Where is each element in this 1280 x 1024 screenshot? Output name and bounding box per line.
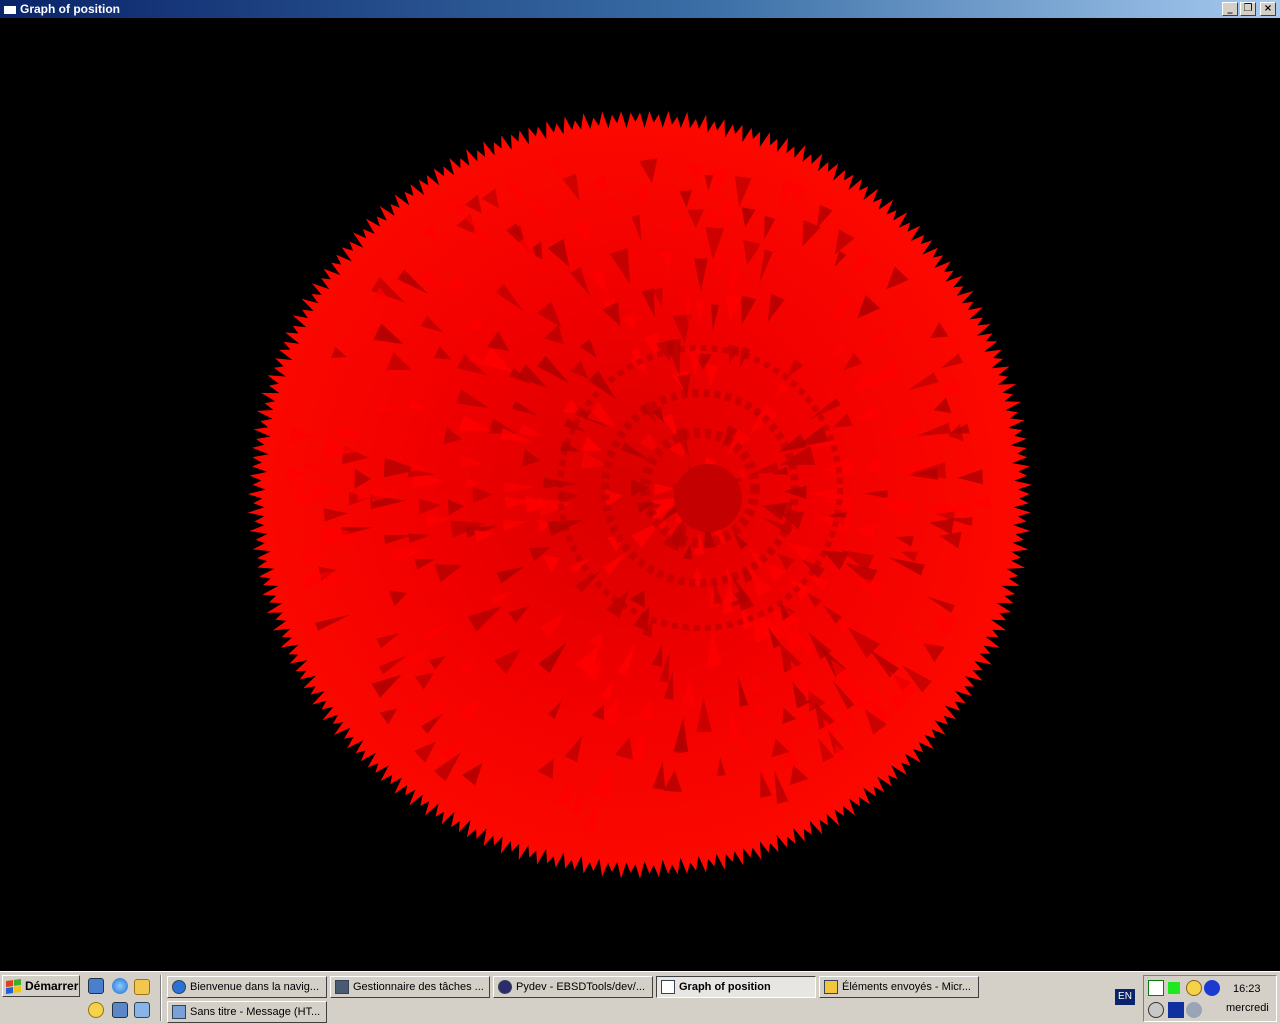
restore-button[interactable]: ❐	[1240, 2, 1256, 16]
save-icon[interactable]	[1168, 1002, 1184, 1018]
task-manager-icon	[335, 980, 349, 994]
close-button[interactable]: ×	[1260, 2, 1276, 16]
start-button[interactable]: Démarrer	[2, 975, 80, 997]
taskbar-button-label: Bienvenue dans la navig...	[190, 981, 320, 993]
spiky-sphere-render[interactable]	[0, 18, 1280, 971]
taskbar-button-label: Pydev - EBSDTools/dev/...	[516, 981, 645, 993]
window-titlebar[interactable]: Graph of position _ ❐ ×	[0, 0, 1280, 18]
taskbar-button[interactable]: Bienvenue dans la navig...	[167, 976, 327, 998]
message-icon	[172, 1005, 186, 1019]
windows-logo-icon	[6, 978, 21, 994]
taskbar: Démarrer Bienvenue dans la navig... Gesti…	[0, 971, 1280, 1024]
taskbar-button-label: Gestionnaire des tâches ...	[353, 981, 484, 993]
window-icon	[661, 980, 675, 994]
eclipse-icon	[498, 980, 512, 994]
minimize-button[interactable]: _	[1222, 2, 1238, 16]
status-green-icon[interactable]	[1168, 982, 1180, 994]
clock-time[interactable]: 16:23	[1233, 983, 1261, 995]
vnc-icon[interactable]	[1148, 980, 1164, 996]
show-desktop-icon[interactable]	[88, 978, 104, 994]
start-label: Démarrer	[25, 979, 79, 993]
3d-graph-viewport[interactable]	[0, 18, 1280, 971]
ie-icon	[172, 980, 186, 994]
taskbar-button[interactable]: Sans titre - Message (HT...	[167, 1001, 327, 1023]
taskbar-button[interactable]: Éléments envoyés - Micr...	[819, 976, 979, 998]
internet-explorer-icon[interactable]	[112, 978, 128, 994]
document-icon[interactable]	[134, 1002, 150, 1018]
taskbar-button[interactable]: Gestionnaire des tâches ...	[330, 976, 490, 998]
window-title: Graph of position	[20, 2, 120, 16]
clock-app-icon[interactable]	[88, 1002, 104, 1018]
taskbar-button-label: Éléments envoyés - Micr...	[842, 981, 971, 993]
language-indicator[interactable]: EN	[1115, 989, 1135, 1005]
window-app-icon[interactable]	[3, 3, 17, 15]
taskbar-button[interactable]: Graph of position	[656, 976, 816, 998]
sphere-pole	[674, 464, 742, 532]
media-player-icon[interactable]	[1148, 1002, 1164, 1018]
explorer-folder-icon[interactable]	[134, 979, 150, 995]
network-status-icon[interactable]	[1186, 1002, 1202, 1018]
taskbar-button[interactable]: Pydev - EBSDTools/dev/...	[493, 976, 653, 998]
outlook-icon	[824, 980, 838, 994]
network-icon[interactable]	[112, 1002, 128, 1018]
audio-icon[interactable]	[1204, 980, 1220, 996]
taskbar-button-label: Graph of position	[679, 981, 771, 993]
taskbar-button-label: Sans titre - Message (HT...	[190, 1006, 321, 1018]
clock-day[interactable]: mercredi	[1226, 1002, 1269, 1014]
taskbar-separator	[160, 975, 162, 1021]
clock-icon[interactable]	[1186, 980, 1202, 996]
